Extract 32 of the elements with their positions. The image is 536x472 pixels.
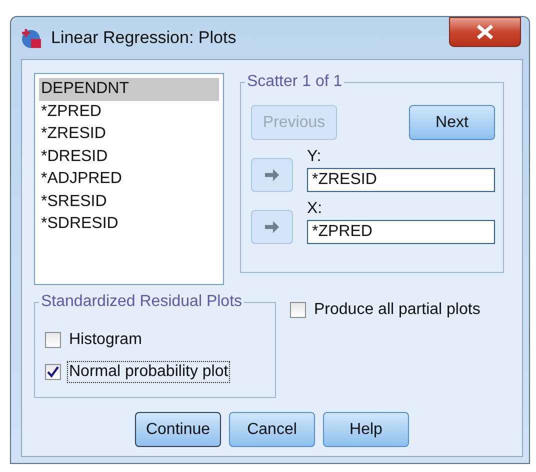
variable-item[interactable]: *ZRESID [39,123,219,146]
checkbox[interactable] [290,302,306,318]
group-title: Scatter 1 of 1 [246,73,344,91]
close-icon [475,24,495,40]
axis-label: Y: [307,148,322,166]
close-button[interactable] [449,17,521,47]
checkbox-label: Histogram [68,330,143,350]
move-arrow-button[interactable] [251,210,293,244]
arrow-icon [264,220,280,234]
dialog-button[interactable]: Cancel [229,412,315,447]
axis-field[interactable]: *ZRESID [307,168,495,192]
variable-item[interactable]: *SDRESID [39,213,219,236]
variable-item[interactable]: *DRESID [39,146,219,168]
dialog-button[interactable]: Help [323,412,409,447]
axis-label: X: [307,200,324,218]
next-button[interactable]: Next [409,105,495,140]
checkbox[interactable] [45,364,61,380]
variable-item[interactable]: *SRESID [39,190,219,213]
group-title: Standardized Residual Plots [40,293,244,311]
dialog-button[interactable]: Continue [135,412,221,447]
arrow-icon [264,168,280,182]
checkbox-label: Normal probability plot [67,361,230,383]
move-arrow-button[interactable] [251,158,293,192]
variable-item[interactable]: *ADJPRED [39,168,219,190]
window-title: Linear Regression: Plots [51,28,238,48]
variable-item[interactable]: DEPENDNT [39,78,219,100]
checkbox-label: Produce all partial plots [313,300,482,320]
axis-field[interactable]: *ZPRED [307,220,495,244]
variable-list[interactable]: DEPENDNT *ZPRED *ZRESID *DRESID *ADJPRED *SRESID *SDRESID [34,73,224,285]
checkbox[interactable] [45,332,61,348]
app-icon [21,27,43,49]
variable-item[interactable]: *ZPRED [39,100,219,123]
